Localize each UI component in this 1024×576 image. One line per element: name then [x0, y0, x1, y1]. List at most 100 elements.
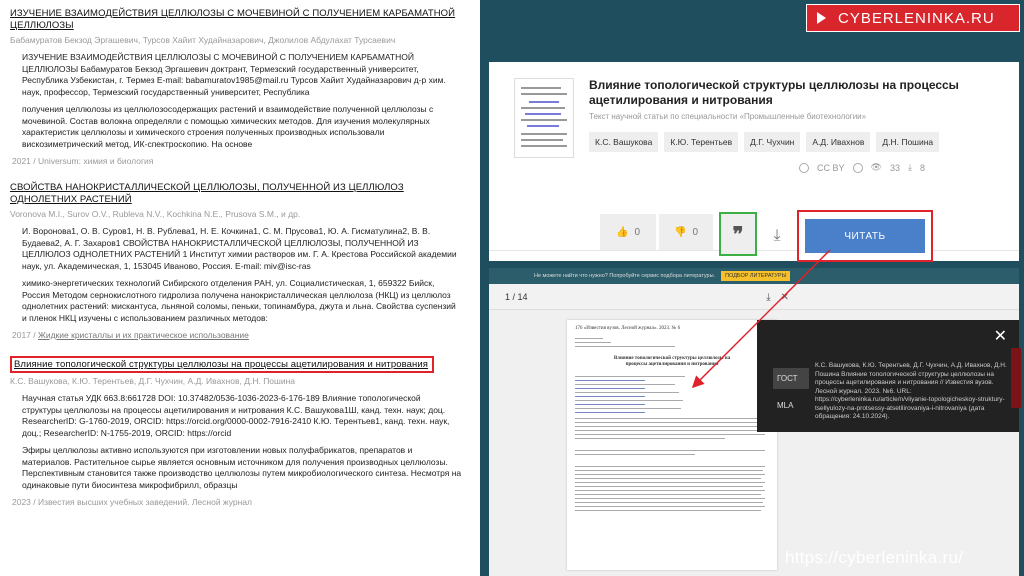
- snippet-paragraph: химико-энергетических технологий Сибирск…: [22, 278, 456, 323]
- article-title: Влияние топологической структуры целлюло…: [589, 78, 959, 107]
- download-button[interactable]: ⤓: [762, 218, 792, 254]
- page-line: [575, 376, 685, 378]
- tab-gost[interactable]: ГОСТ: [773, 368, 809, 389]
- author-chip[interactable]: Д.Г. Чухчин: [744, 132, 801, 152]
- page-line: [575, 434, 765, 436]
- thumb-line: [521, 87, 561, 89]
- snippet-paragraph: ИЗУЧЕНИЕ ВЗАИМОДЕЙСТВИЯ ЦЕЛЛЮЛОЗЫ С МОЧЕ…: [22, 52, 446, 97]
- thumb-line: [521, 145, 567, 147]
- page-line: [575, 490, 765, 492]
- author-chip[interactable]: А.Д. Ивахнов: [806, 132, 871, 152]
- highlight-box: Влияние топологической структуры целлюло…: [10, 356, 435, 373]
- snippet-paragraph: Эфиры целлюлозы активно используются при…: [22, 445, 462, 490]
- download-icon[interactable]: ⤓: [766, 292, 770, 303]
- page-header: 176 «Известия вузов. Лесной журнал». 202…: [575, 326, 681, 331]
- result-meta: 2023 / Известия высших учебных заведений…: [12, 497, 252, 507]
- dislike-count: 0: [692, 226, 698, 238]
- page-line: [575, 422, 763, 424]
- thumb-line: [521, 119, 567, 121]
- article-actions: 👍 0 👎 0: [600, 214, 713, 250]
- quote-icon: ❞: [732, 223, 744, 246]
- page-line: [575, 342, 611, 344]
- download-icon: ⤓: [773, 227, 781, 244]
- result-authors: Бабамуратов Бекзод Эргашевич, Турсов Хай…: [10, 35, 396, 45]
- page-line: [575, 400, 683, 402]
- author-chip[interactable]: К.С. Вашукова: [589, 132, 659, 152]
- article-thumbnail[interactable]: [514, 78, 574, 158]
- page-line: [575, 510, 761, 512]
- viewer-toolbar: 1 / 14 ⤓ ✕: [489, 284, 1019, 310]
- page-line: [575, 408, 681, 410]
- download-count-icon: ⤓: [907, 162, 912, 172]
- page-line: [575, 418, 765, 420]
- page-line: [575, 478, 761, 480]
- like-button[interactable]: 👍 0: [600, 214, 656, 250]
- side-ad-strip: [1011, 348, 1021, 408]
- result-snippet: Научная статья УДК 663.8:661728 DOI: 10.…: [10, 393, 470, 491]
- page-line: [575, 474, 765, 476]
- journal-link[interactable]: Жидкие кристаллы и их практическое испол…: [38, 330, 249, 340]
- snippet-paragraph: И. Воронова1, О. В. Суров1, Н. В. Рублев…: [22, 226, 457, 271]
- license-label: CC BY: [817, 162, 845, 173]
- citation-tabs: ГОСТ MLA: [773, 368, 809, 422]
- result-snippet: И. Воронова1, О. В. Суров1, Н. В. Рублев…: [10, 226, 470, 324]
- page-line: [575, 388, 645, 390]
- tab-mla[interactable]: MLA: [773, 395, 809, 416]
- page-line: [575, 450, 765, 452]
- thumb-line: [529, 101, 559, 103]
- banner-text: Не можете найти что нужно? Попробуйте се…: [534, 273, 716, 279]
- close-icon[interactable]: ✕: [994, 326, 1007, 346]
- page-line: [575, 466, 765, 468]
- pdf-page: 176 «Известия вузов. Лесной журнал». 202…: [567, 320, 777, 570]
- result-title-link[interactable]: ИЗУЧЕНИЕ ВЗАИМОДЕЙСТВИЯ ЦЕЛЛЮЛОЗЫ С МОЧЕ…: [10, 8, 470, 32]
- page-line: [575, 404, 645, 406]
- page-line: [575, 430, 761, 432]
- thumbs-down-icon: 👎: [673, 226, 687, 238]
- result-title-link[interactable]: Влияние топологической структуры целлюло…: [14, 359, 428, 371]
- thumbs-up-icon: 👍: [615, 226, 629, 238]
- page-line: [575, 384, 675, 386]
- thumb-line: [521, 139, 563, 141]
- article-stats: CC BY 👁 33 ⤓ 8: [799, 162, 925, 173]
- read-button[interactable]: ЧИТАТЬ: [805, 219, 925, 253]
- citation-text: К.С. Вашукова, К.Ю. Терентьев, Д.Г. Чухч…: [815, 362, 1007, 420]
- dislike-button[interactable]: 👎 0: [659, 214, 713, 250]
- page-line: [575, 396, 645, 398]
- page-line: [575, 494, 761, 496]
- page-line: [575, 506, 765, 508]
- result-meta: 2021 / Universum: химия и биология: [12, 156, 154, 166]
- cite-button[interactable]: ❞: [719, 212, 757, 256]
- page-line: [575, 486, 763, 488]
- result-authors: К.С. Вашукова, К.Ю. Терентьев, Д.Г. Чухч…: [10, 376, 296, 386]
- result-title-link[interactable]: СВОЙСТВА НАНОКРИСТАЛЛИЧЕСКОЙ ЦЕЛЛЮЛОЗЫ, …: [10, 182, 470, 206]
- cyberleninka-badge: CYBERLENINKA.RU: [806, 4, 1020, 32]
- author-chip[interactable]: К.Ю. Терентьев: [664, 132, 739, 152]
- page-line: [575, 498, 765, 500]
- page-title: Влияние топологической структуры целлюло…: [613, 356, 731, 367]
- page-line: [575, 482, 765, 484]
- close-icon[interactable]: ✕: [781, 292, 789, 303]
- thumb-line: [521, 133, 567, 135]
- views-count: 33: [889, 162, 900, 173]
- thumb-line: [521, 107, 565, 109]
- literature-banner: Не можете найти что нужно? Попробуйте се…: [489, 268, 1019, 284]
- page-line: [575, 346, 675, 348]
- page-line: [575, 426, 765, 428]
- search-result-3: Влияние топологической структуры целлюло…: [10, 354, 470, 507]
- viewer-tools: ⤓ ✕: [766, 292, 789, 303]
- page-line: [575, 438, 725, 440]
- page-line: [575, 412, 645, 414]
- play-icon: [817, 12, 826, 24]
- eye-icon: 👁: [870, 162, 882, 172]
- citation-popup: ✕ ГОСТ MLA К.С. Вашукова, К.Ю. Терентьев…: [757, 320, 1021, 432]
- footer-url: https://cyberleninka.ru/: [785, 548, 964, 567]
- author-chips: К.С. Вашукова К.Ю. Терентьев Д.Г. Чухчин…: [589, 132, 940, 152]
- result-meta: 2017 / Жидкие кристаллы и их практическо…: [10, 330, 470, 340]
- search-result-1: ИЗУЧЕНИЕ ВЗАИМОДЕЙСТВИЯ ЦЕЛЛЮЛОЗЫ С МОЧЕ…: [10, 8, 470, 166]
- thumb-line: [527, 125, 559, 127]
- cc-icon: [799, 162, 809, 173]
- author-chip[interactable]: Д.Н. Пошина: [876, 132, 940, 152]
- page-line: [575, 380, 645, 382]
- thumb-line: [521, 93, 567, 95]
- literature-search-button[interactable]: ПОДБОР ЛИТЕРАТУРЫ: [721, 271, 791, 281]
